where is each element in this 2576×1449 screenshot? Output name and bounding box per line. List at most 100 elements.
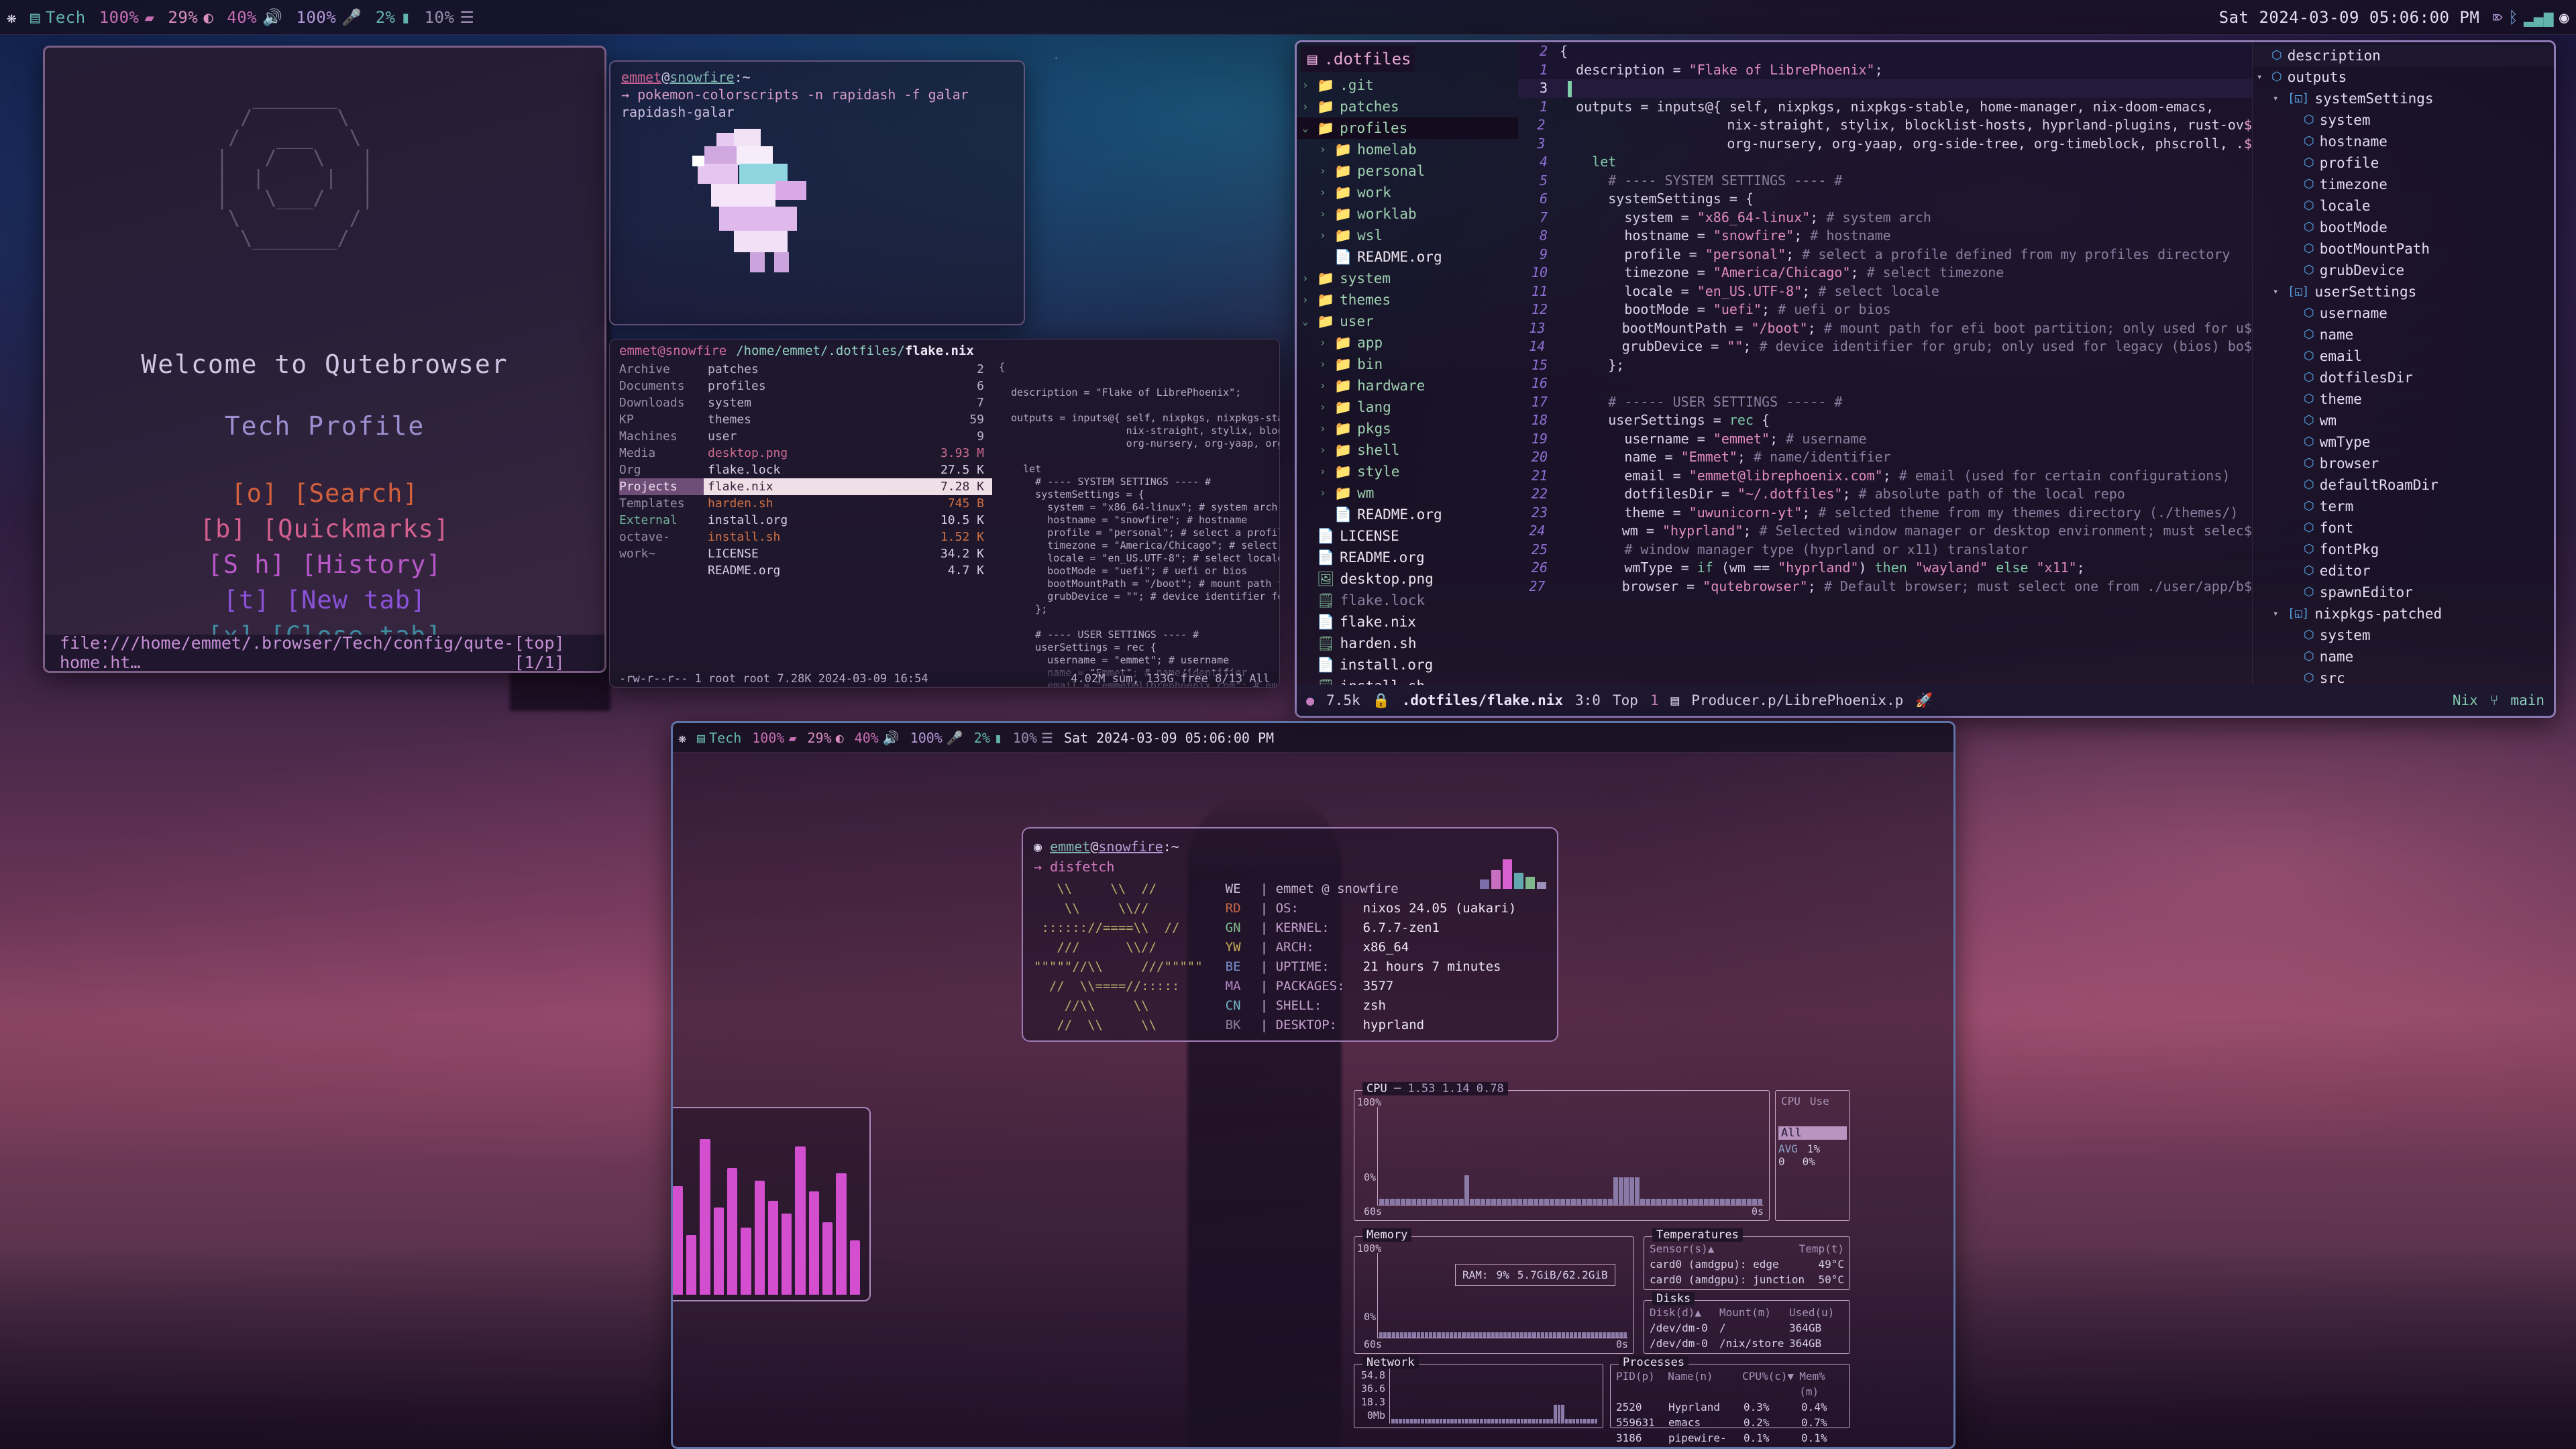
tree-item-install-org[interactable]: 📄 install.org: [1297, 654, 1518, 676]
chevron-icon[interactable]: ›: [1320, 376, 1329, 396]
bottom-bar-workspace[interactable]: ❋: [673, 730, 692, 746]
tree-item-patches[interactable]: › 📁 patches: [1297, 96, 1518, 117]
code-line[interactable]: 1 outputs = inputs@{ self, nixpkgs, nixp…: [1518, 98, 2252, 117]
chevron-icon[interactable]: ›: [1320, 354, 1329, 374]
outline-item-profile[interactable]: ⬡ profile: [2253, 152, 2554, 174]
ranger-parent-item[interactable]: Projects: [619, 478, 704, 495]
chevron-icon[interactable]: ⌄: [1302, 118, 1311, 138]
tree-item-personal[interactable]: › 📁 personal: [1297, 160, 1518, 182]
ranger-parent-item[interactable]: Archive: [619, 361, 704, 378]
code-line[interactable]: 7 system = "x86_64-linux"; # system arch: [1518, 209, 2252, 227]
bar-module-workspace[interactable]: ❋: [0, 9, 23, 25]
disclosure-triangle-icon[interactable]: ▾: [2273, 604, 2282, 624]
chevron-icon[interactable]: ›: [1302, 268, 1311, 288]
ranger-file-row[interactable]: flake.lock 27.5 K: [704, 462, 992, 478]
ranger-file-row[interactable]: LICENSE 34.2 K: [704, 545, 992, 562]
bar-module-cpu[interactable]: 10% ☰: [418, 8, 482, 27]
tree-item-user[interactable]: ⌄ 📁 user: [1297, 311, 1518, 332]
chevron-icon[interactable]: ›: [1320, 440, 1329, 460]
ranger-file-row[interactable]: install.org 10.5 K: [704, 512, 992, 529]
process-row[interactable]: 2520 Hyprland 0.3% 0.4%: [1616, 1399, 1844, 1415]
network-icon[interactable]: ◉: [2559, 9, 2569, 25]
code-line[interactable]: 22 dotfilesDir = "~/.dotfiles"; # absolu…: [1518, 485, 2252, 504]
btop-system-monitor[interactable]: CPU ─ 1.53 1.14 0.78 100% 0% 60s 0s CPU …: [1354, 1075, 1850, 1444]
tree-item-worklab[interactable]: › 📁 worklab: [1297, 203, 1518, 225]
tree-item-bin[interactable]: › 📁 bin: [1297, 354, 1518, 375]
outline-item-name[interactable]: ⬡ name: [2253, 324, 2554, 345]
bottom-monitor-window[interactable]: ❋ ▤ Tech 100% ▰ 29% ◐ 40% 🔊 100% 🎤 2% ▮ …: [671, 721, 1955, 1449]
code-line[interactable]: 15 };: [1518, 356, 2252, 375]
code-line[interactable]: 26 wmType = if (wm == "hyprland") then "…: [1518, 559, 2252, 578]
ranger-file-row[interactable]: user 9: [704, 428, 992, 445]
ranger-parent-item[interactable]: Documents: [619, 378, 704, 394]
bottom-bar-brightness[interactable]: 29% ◐: [802, 730, 849, 746]
pokemon-terminal-window[interactable]: emmet@snowfire:~ → pokemon-colorscripts …: [609, 60, 1025, 325]
outline-sidebar[interactable]: ⬡ description ▾ ⬡ outputs ▾ [◱] systemSettings ⬡…: [2252, 42, 2554, 716]
tree-item-themes[interactable]: › 📁 themes: [1297, 289, 1518, 311]
chevron-icon[interactable]: ›: [1320, 333, 1329, 353]
tree-item-wm[interactable]: › 📁 wm: [1297, 482, 1518, 504]
bar-module-memory[interactable]: 2% ▮: [369, 8, 418, 27]
outline-item-bootmountpath[interactable]: ⬡ bootMountPath: [2253, 238, 2554, 260]
outline-item-usersettings[interactable]: ▾ [◱] userSettings: [2253, 281, 2554, 303]
code-line[interactable]: 27 browser = "qutebrowser"; # Default br…: [1518, 578, 2252, 596]
code-editor-buffer[interactable]: 2{1 description = "Flake of LibrePhoenix…: [1518, 42, 2252, 716]
code-line[interactable]: 19 username = "emmet"; # username: [1518, 430, 2252, 449]
outline-item-description[interactable]: ⬡ description: [2253, 45, 2554, 66]
quicklink-newtab[interactable]: [t] [New tab]: [45, 582, 604, 618]
outline-item-hostname[interactable]: ⬡ hostname: [2253, 131, 2554, 152]
code-line[interactable]: 21 email = "emmet@librephoenix.com"; # e…: [1518, 467, 2252, 486]
ranger-current-column[interactable]: patches 2 profiles 6 system 7 themes 59 user 9 des…: [704, 361, 992, 687]
tree-item-hardware[interactable]: › 📁 hardware: [1297, 375, 1518, 396]
code-line[interactable]: 13 bootMountPath = "/boot"; # mount path…: [1518, 319, 2252, 338]
quicklink-search[interactable]: [o] [Search]: [45, 476, 604, 511]
tree-item-profiles[interactable]: ⌄ 📁 profiles: [1297, 117, 1518, 139]
project-tree-sidebar[interactable]: ▤ .dotfiles › 📁 .git › 📁 patches ⌄ 📁 profiles › 📁 h…: [1297, 42, 1518, 716]
code-line[interactable]: 2 nix-straight, stylix, blocklist-hosts,…: [1518, 116, 2252, 135]
bar-tray[interactable]: ⌦ ᛒ ▂▄▆ ◉: [2486, 9, 2576, 25]
code-line[interactable]: 8 hostname = "snowfire"; # hostname: [1518, 227, 2252, 246]
bottom-bar-cpu[interactable]: 10% ☰: [1008, 730, 1059, 746]
bluetooth-icon[interactable]: ᛒ: [2508, 9, 2518, 25]
tree-item-flake-nix[interactable]: 📄 flake.nix: [1297, 611, 1518, 633]
tree-item-system[interactable]: › 📁 system: [1297, 268, 1518, 289]
tree-item-lang[interactable]: › 📁 lang: [1297, 396, 1518, 418]
chevron-icon[interactable]: ›: [1320, 182, 1329, 203]
tree-item-readme-org[interactable]: 📄 README.org: [1297, 547, 1518, 568]
ranger-parent-item[interactable]: octave-work~: [619, 529, 704, 562]
bottom-bar-volume[interactable]: 40% 🔊: [849, 730, 905, 746]
outline-item-timezone[interactable]: ⬡ timezone: [2253, 174, 2554, 195]
outline-item-wmtype[interactable]: ⬡ wmType: [2253, 431, 2554, 453]
disclosure-triangle-icon[interactable]: ▾: [2257, 67, 2266, 87]
tree-item-harden-sh[interactable]: 🗒 harden.sh: [1297, 633, 1518, 654]
chevron-icon[interactable]: ›: [1320, 161, 1329, 181]
ranger-parent-item[interactable]: Templates: [619, 495, 704, 512]
outline-item-theme[interactable]: ⬡ theme: [2253, 388, 2554, 410]
code-line[interactable]: 16: [1518, 374, 2252, 393]
bar-module-profile[interactable]: ▤ Tech: [23, 8, 93, 27]
tree-item-shell[interactable]: › 📁 shell: [1297, 439, 1518, 461]
ranger-file-row[interactable]: profiles 6: [704, 378, 992, 394]
tree-item-license[interactable]: 📄 LICENSE: [1297, 525, 1518, 547]
ranger-file-row[interactable]: desktop.png 3.93 M: [704, 445, 992, 462]
code-line[interactable]: 17 # ----- USER SETTINGS ----- #: [1518, 393, 2252, 412]
chevron-icon[interactable]: ›: [1320, 397, 1329, 417]
bar-module-microphone[interactable]: 100% 🎤: [290, 8, 369, 27]
wifi-icon[interactable]: ▂▄▆: [2524, 9, 2554, 25]
bottom-bar-clock[interactable]: Sat 2024-03-09 05:06:00 PM: [1059, 730, 1279, 746]
bar-module-brightness[interactable]: 29% ◐: [161, 8, 220, 27]
code-line[interactable]: 5 # ---- SYSTEM SETTINGS ---- #: [1518, 172, 2252, 191]
chevron-icon[interactable]: ›: [1320, 140, 1329, 160]
outline-list[interactable]: ⬡ description ▾ ⬡ outputs ▾ [◱] systemSettings ⬡…: [2253, 45, 2554, 716]
ranger-parent-item[interactable]: Org: [619, 462, 704, 478]
bar-module-volume[interactable]: 40% 🔊: [220, 8, 289, 27]
btop-cpu-core-panel[interactable]: CPU Use All AVG 1% 0 0%: [1775, 1090, 1850, 1221]
code-line[interactable]: 3: [1518, 79, 2252, 98]
bar-module-battery[interactable]: 100% ▰: [93, 8, 162, 27]
outline-item-outputs[interactable]: ▾ ⬡ outputs: [2253, 66, 2554, 88]
code-line[interactable]: 11 locale = "en_US.UTF-8"; # select loca…: [1518, 282, 2252, 301]
tree-item-readme-org[interactable]: 📄 README.org: [1297, 504, 1518, 525]
bottom-bar-profile[interactable]: ▤ Tech: [692, 730, 747, 746]
outline-item-locale[interactable]: ⬡ locale: [2253, 195, 2554, 217]
code-line[interactable]: 20 name = "Emmet"; # name/identifier: [1518, 448, 2252, 467]
